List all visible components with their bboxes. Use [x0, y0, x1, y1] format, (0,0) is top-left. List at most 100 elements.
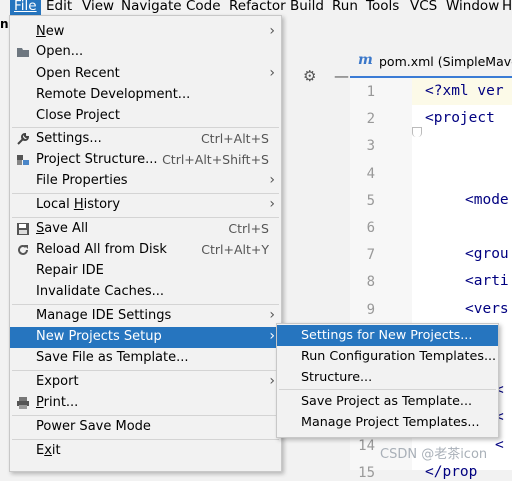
- menu-edit[interactable]: Edit: [42, 0, 76, 15]
- line-number: 6: [366, 220, 375, 236]
- menu-item-label: Exit: [36, 443, 61, 458]
- menu-item-export[interactable]: Export ›: [10, 372, 281, 393]
- menu-item-shortcut: Ctrl+Alt+Y: [201, 242, 269, 257]
- menu-item-label: Settings...: [36, 131, 102, 146]
- menu-item-shortcut: Ctrl+Alt+Shift+S: [162, 152, 269, 167]
- gear-icon[interactable]: ⚙: [303, 67, 316, 85]
- menu-item-label: Power Save Mode: [36, 419, 151, 434]
- menu-item-local-history[interactable]: Local History ›: [10, 195, 281, 216]
- menu-item-shortcut: Ctrl+S: [228, 221, 269, 236]
- chevron-right-icon: ›: [269, 328, 275, 344]
- submenu-item-structure[interactable]: Structure...: [277, 367, 498, 388]
- menu-separator: [279, 389, 496, 390]
- menu-item-invalidate-caches[interactable]: Invalidate Caches...: [10, 282, 281, 303]
- menu-refactor[interactable]: Refactor: [225, 0, 290, 15]
- menu-item-label: Invalidate Caches...: [36, 284, 165, 299]
- submenu-item-label: Save Project as Template...: [301, 393, 473, 408]
- menu-view[interactable]: View: [78, 0, 118, 15]
- wrench-icon: [16, 132, 30, 146]
- menu-item-label: Manage IDE Settings: [36, 308, 172, 323]
- menu-item-label: Open...: [36, 44, 84, 59]
- code-line: <: [495, 436, 504, 453]
- menu-item-label: Close Project: [36, 108, 121, 123]
- watermark: CSDN @老茶icon: [380, 447, 488, 462]
- file-menu-popup: New › Open... Open Recent › Remote Devel…: [9, 15, 282, 472]
- folder-icon: [16, 45, 30, 59]
- menu-item-manage-ide-settings[interactable]: Manage IDE Settings ›: [10, 306, 281, 327]
- line-number: 15: [358, 464, 375, 481]
- code-line: <vers: [465, 300, 509, 317]
- menu-separator: [12, 127, 279, 128]
- chevron-right-icon: ›: [269, 373, 275, 389]
- menu-item-exit[interactable]: Exit: [10, 441, 281, 462]
- line-number: 8: [366, 274, 375, 291]
- menu-item-open[interactable]: Open...: [10, 42, 281, 63]
- line-number: 5: [366, 192, 375, 209]
- menu-navigate[interactable]: Navigate: [117, 0, 186, 15]
- menu-item-project-structure[interactable]: Project Structure... Ctrl+Alt+Shift+S: [10, 150, 281, 171]
- menu-separator: [12, 217, 279, 218]
- hide-icon[interactable]: —: [334, 67, 349, 85]
- submenu-item-label: Structure...: [301, 369, 373, 384]
- menu-help[interactable]: H: [498, 0, 512, 15]
- main-menubar: File Edit View Navigate Code Refactor Bu…: [0, 0, 512, 15]
- menu-build[interactable]: Build: [286, 0, 328, 15]
- save-icon: [16, 222, 30, 236]
- menu-separator: [12, 439, 279, 440]
- editor-tab-title: pom.xml (SimpleMaven: [379, 54, 512, 69]
- menu-item-label: Print...: [36, 395, 79, 410]
- submenu-item-label: Manage Project Templates...: [301, 414, 480, 429]
- menu-item-label: Reload All from Disk: [36, 242, 167, 257]
- menu-vcs[interactable]: VCS: [406, 0, 441, 15]
- editor-tab[interactable]: m pom.xml (SimpleMaven: [350, 49, 512, 78]
- menu-item-settings[interactable]: Settings... Ctrl+Alt+S: [10, 129, 281, 150]
- menu-item-print[interactable]: Print...: [10, 393, 281, 414]
- menu-run[interactable]: Run: [328, 0, 362, 15]
- submenu-item-run-config-templates[interactable]: Run Configuration Templates...: [277, 346, 498, 367]
- menu-item-label: New Projects Setup: [36, 329, 162, 344]
- menu-item-reload-all[interactable]: Reload All from Disk Ctrl+Alt+Y: [10, 240, 281, 261]
- menu-item-remote-development[interactable]: Remote Development...: [10, 85, 281, 106]
- line-number: 9: [366, 301, 375, 318]
- line-number: 3: [366, 138, 375, 155]
- chevron-right-icon: ›: [269, 23, 275, 39]
- menu-window[interactable]: Window: [442, 0, 503, 15]
- menu-item-label: Remote Development...: [36, 87, 191, 102]
- menu-item-save-all[interactable]: Save All Ctrl+S: [10, 219, 281, 240]
- menu-item-label: New: [36, 24, 65, 39]
- fold-marker-icon[interactable]: [412, 127, 422, 137]
- chevron-right-icon: ›: [269, 307, 275, 323]
- project-structure-icon: [16, 153, 30, 167]
- menu-tools[interactable]: Tools: [362, 0, 403, 15]
- menu-item-label: Project Structure...: [36, 152, 158, 167]
- menu-separator: [12, 415, 279, 416]
- code-line: <project: [425, 110, 495, 127]
- menu-item-label: Save All: [36, 221, 89, 236]
- submenu-item-label: Settings for New Projects...: [301, 327, 473, 342]
- code-line: <?xml ver: [425, 83, 504, 99]
- menu-item-repair-ide[interactable]: Repair IDE: [10, 261, 281, 282]
- menu-item-save-file-as-template[interactable]: Save File as Template...: [10, 348, 281, 369]
- submenu-item-label: Run Configuration Templates...: [301, 348, 497, 363]
- menu-item-label: Repair IDE: [36, 263, 104, 278]
- menu-item-file-properties[interactable]: File Properties ›: [10, 171, 281, 192]
- line-number: 4: [366, 165, 375, 182]
- menu-item-label: File Properties: [36, 173, 128, 188]
- line-number: 7: [366, 247, 375, 264]
- new-projects-setup-submenu: Settings for New Projects... Run Configu…: [276, 323, 499, 438]
- submenu-item-save-project-template[interactable]: Save Project as Template...: [277, 391, 498, 412]
- chevron-right-icon: ›: [269, 196, 275, 212]
- submenu-item-settings-new-projects[interactable]: Settings for New Projects...: [277, 325, 498, 346]
- menu-item-label: Export: [36, 374, 79, 389]
- reload-icon: [16, 243, 30, 257]
- menu-item-power-save-mode[interactable]: Power Save Mode: [10, 417, 281, 438]
- menu-code[interactable]: Code: [182, 0, 225, 15]
- printer-icon: [16, 396, 30, 410]
- submenu-item-manage-project-templates[interactable]: Manage Project Templates...: [277, 412, 498, 433]
- menu-item-open-recent[interactable]: Open Recent ›: [10, 64, 281, 85]
- menu-item-new-projects-setup[interactable]: New Projects Setup ›: [10, 327, 281, 348]
- code-line: <arti: [465, 273, 509, 290]
- menu-item-close-project[interactable]: Close Project: [10, 106, 281, 127]
- menu-file[interactable]: File: [10, 0, 41, 15]
- menu-item-new[interactable]: New ›: [10, 22, 281, 43]
